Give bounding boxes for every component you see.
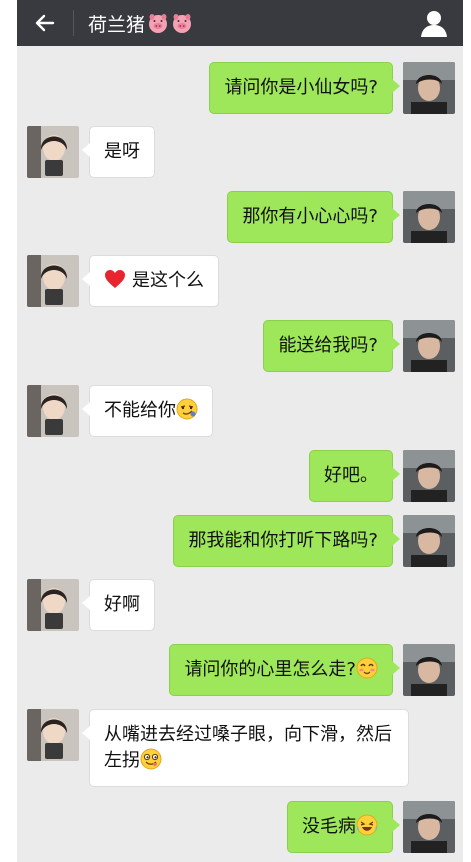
message-text: 那我能和你打听下路吗?: [188, 530, 378, 551]
message-text: 好啊: [104, 594, 140, 615]
back-arrow-icon: [35, 14, 55, 32]
pig-face-icon: [149, 14, 168, 33]
contact-avatar[interactable]: [27, 385, 79, 437]
contact-avatar[interactable]: [27, 579, 79, 631]
laughing-emoji-icon: [356, 814, 378, 836]
message-text: 是呀: [104, 141, 140, 162]
chat-area[interactable]: 请问你是小仙女吗? 是呀 那你有小心心吗? 是这个么 能送给我吗? 不能给你 好…: [17, 46, 463, 862]
sent-bubble[interactable]: 那我能和你打听下路吗?: [173, 515, 400, 567]
chat-header: 荷兰猪: [17, 0, 463, 46]
message-text: 不能给你: [104, 400, 176, 421]
my-avatar[interactable]: [403, 644, 455, 696]
sent-bubble[interactable]: 那你有小心心吗?: [227, 191, 400, 243]
blush-emoji-icon: [356, 657, 378, 679]
my-avatar[interactable]: [403, 515, 455, 567]
right-frame: [463, 0, 471, 862]
message-text: 请问你的心里怎么走?: [184, 659, 356, 680]
message-text: 请问你是小仙女吗?: [224, 77, 378, 98]
sent-bubble[interactable]: 请问你是小仙女吗?: [209, 62, 400, 114]
message-text: 没毛病: [302, 816, 356, 837]
chat-title: 荷兰猪: [88, 10, 193, 37]
sent-bubble[interactable]: 好吧。: [309, 450, 400, 502]
my-avatar[interactable]: [403, 191, 455, 243]
message-text: 是这个么: [132, 270, 204, 291]
contact-avatar[interactable]: [27, 255, 79, 307]
my-avatar[interactable]: [403, 801, 455, 853]
left-frame: [0, 0, 17, 862]
contact-avatar[interactable]: [27, 126, 79, 178]
received-bubble[interactable]: 不能给你: [82, 385, 213, 437]
message-text: 好吧。: [324, 465, 378, 486]
chat-title-text: 荷兰猪: [88, 13, 146, 36]
smirk-emoji-icon: [176, 398, 198, 420]
received-bubble[interactable]: 好啊: [82, 579, 155, 631]
back-button[interactable]: [17, 0, 73, 46]
sent-bubble[interactable]: 请问你的心里怎么走?: [169, 644, 400, 696]
received-bubble[interactable]: 是呀: [82, 126, 155, 178]
red-heart-icon: [105, 270, 125, 288]
my-avatar[interactable]: [403, 62, 455, 114]
contact-avatar[interactable]: [27, 709, 79, 761]
received-bubble[interactable]: 从嘴进去经过嗓子眼，向下滑，然后左拐: [82, 709, 409, 787]
my-avatar[interactable]: [403, 320, 455, 372]
sent-bubble[interactable]: 没毛病: [287, 801, 400, 853]
message-text: 能送给我吗?: [278, 335, 378, 356]
my-avatar[interactable]: [403, 450, 455, 502]
header-divider: [73, 10, 74, 36]
tongue-out-emoji-icon: [140, 748, 162, 770]
received-bubble[interactable]: 是这个么: [82, 255, 219, 307]
user-profile-icon[interactable]: [419, 8, 449, 38]
pig-face-icon: [173, 14, 192, 33]
message-text: 那你有小心心吗?: [242, 206, 378, 227]
sent-bubble[interactable]: 能送给我吗?: [263, 320, 400, 372]
